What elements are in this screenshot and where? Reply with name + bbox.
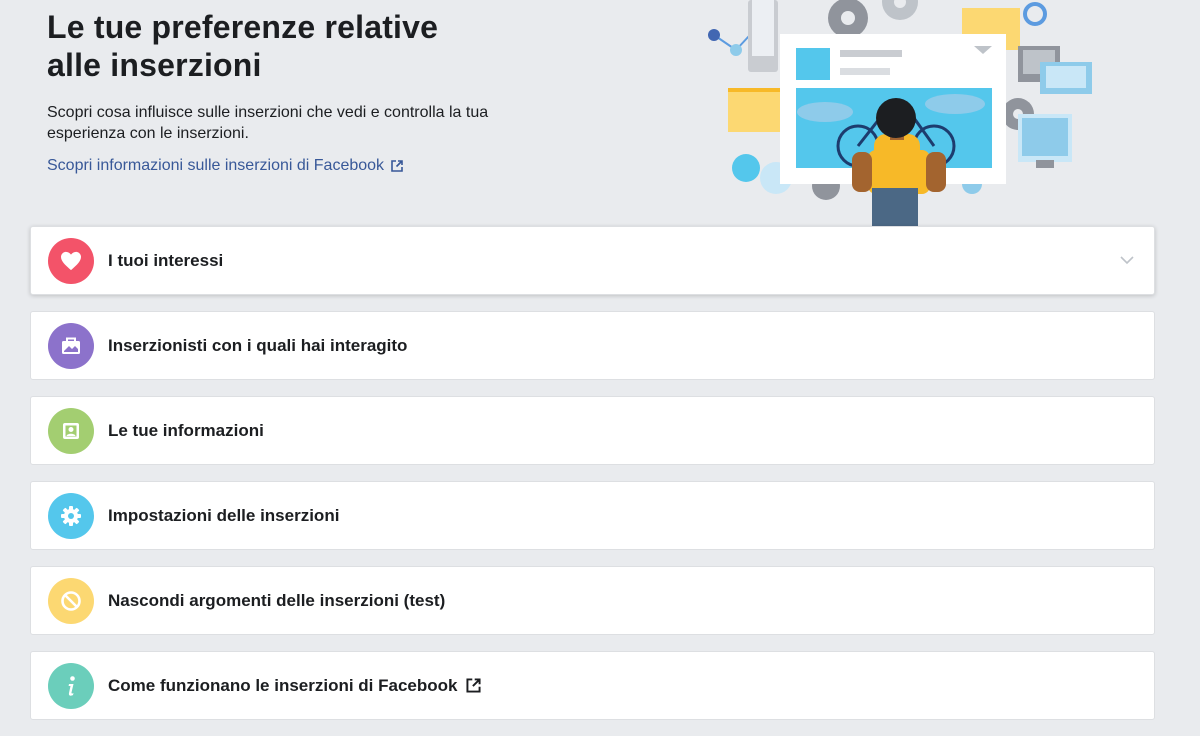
page-title-line-2: alle inserzioni xyxy=(47,47,262,83)
page-title-line-1: Le tue preferenze relative xyxy=(47,9,439,45)
page-title: Le tue preferenze relative alle inserzio… xyxy=(47,0,667,84)
section-hide-ad-topics[interactable]: Nascondi argomenti delle inserzioni (tes… xyxy=(30,566,1155,635)
section-label: Impostazioni delle inserzioni xyxy=(108,505,340,525)
section-ad-settings[interactable]: Impostazioni delle inserzioni xyxy=(30,481,1155,550)
section-your-information[interactable]: Le tue informazioni xyxy=(30,396,1155,465)
section-advertisers[interactable]: Inserzionisti con i quali hai interagito xyxy=(30,311,1155,380)
learn-about-ads-link-text: Scopri informazioni sulle inserzioni di … xyxy=(47,157,385,174)
preference-sections: I tuoi interessi Inserzionisti con i qua… xyxy=(30,226,1155,736)
section-how-ads-work[interactable]: Come funzionano le inserzioni di Faceboo… xyxy=(30,651,1155,720)
section-your-interests[interactable]: I tuoi interessi xyxy=(30,226,1155,295)
briefcase-icon xyxy=(48,322,94,369)
section-label: Le tue informazioni xyxy=(108,420,264,440)
section-label: Come funzionano le inserzioni di Faceboo… xyxy=(108,675,458,695)
external-link-icon xyxy=(466,678,482,693)
section-label: Inserzionisti con i quali hai interagito xyxy=(108,335,408,355)
section-label-with-link: Come funzionano le inserzioni di Faceboo… xyxy=(108,676,482,696)
page-subtitle: Scopri cosa influisce sulle inserzioni c… xyxy=(47,104,489,142)
section-label: I tuoi interessi xyxy=(108,250,224,270)
prohibited-icon xyxy=(48,577,94,624)
external-link-icon xyxy=(391,160,403,172)
gear-icon xyxy=(48,492,94,539)
section-label: Nascondi argomenti delle inserzioni (tes… xyxy=(108,590,446,610)
page-header: Le tue preferenze relative alle inserzio… xyxy=(47,0,667,175)
learn-about-ads-link[interactable]: Scopri informazioni sulle inserzioni di … xyxy=(47,157,404,175)
chevron-down-icon[interactable] xyxy=(1120,253,1134,267)
info-icon xyxy=(48,662,94,709)
ads-preferences-illustration xyxy=(708,0,1092,226)
profile-card-icon xyxy=(48,407,94,454)
heart-icon xyxy=(48,237,94,284)
